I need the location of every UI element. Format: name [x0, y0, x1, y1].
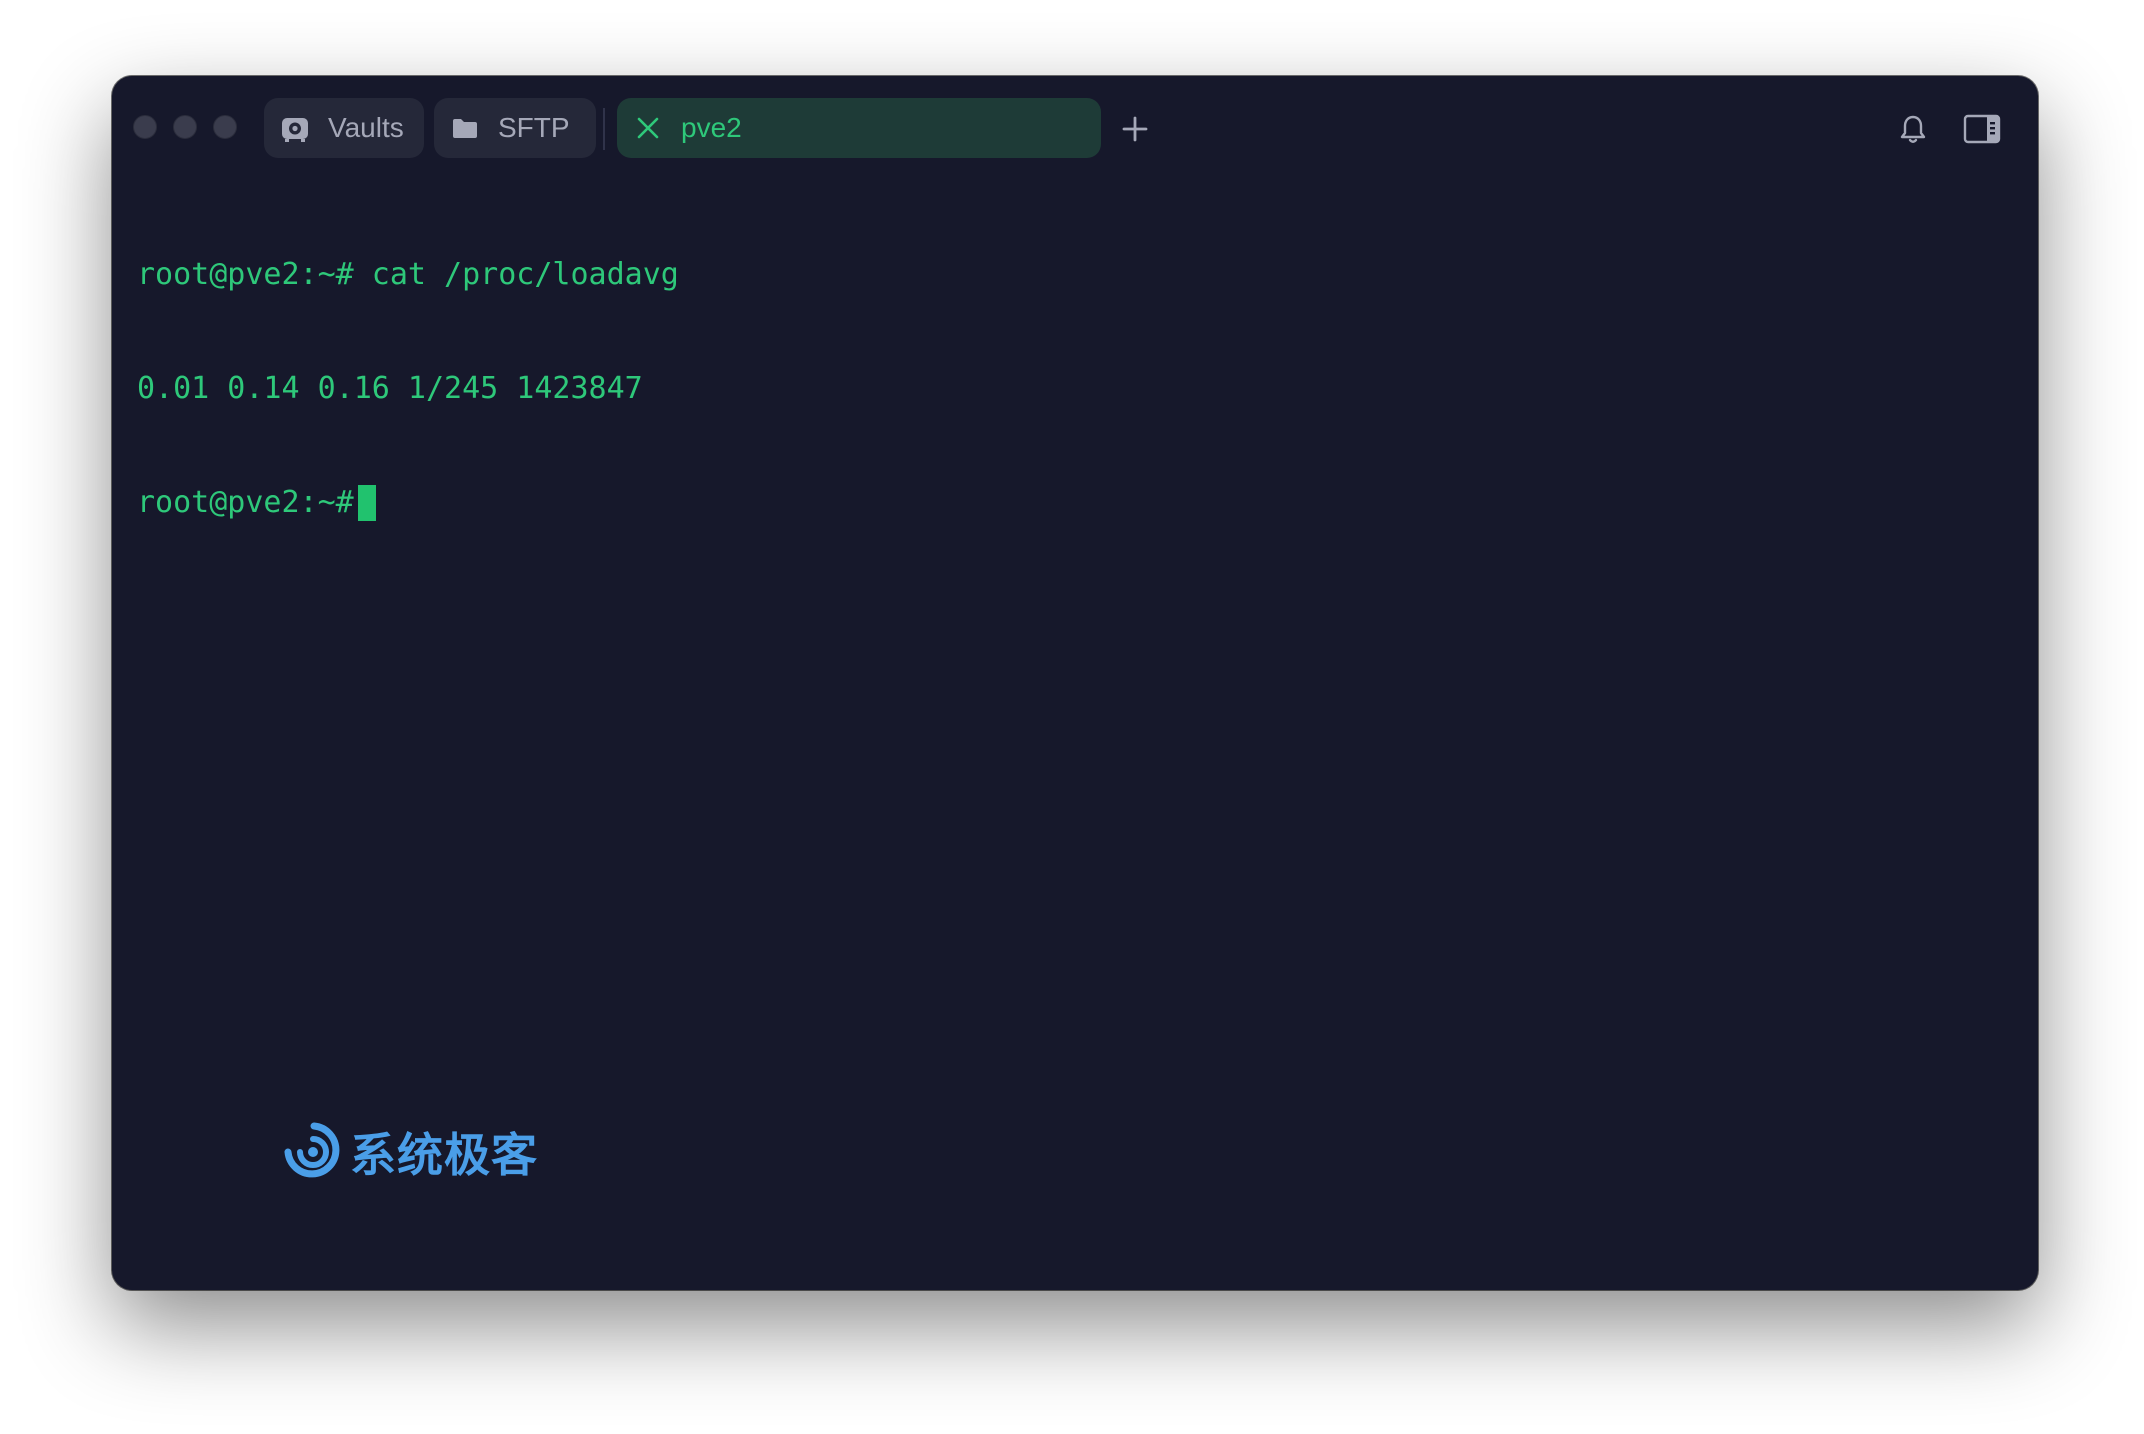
terminal-line-text: 0.01 0.14 0.16 1/245 1423847	[137, 371, 643, 406]
terminal-prompt: root@pve2:~#	[137, 485, 354, 520]
close-window-button[interactable]	[133, 115, 157, 139]
watermark: 系统极客	[280, 1120, 538, 1184]
vault-icon	[280, 113, 310, 143]
tab-label: pve2	[681, 112, 742, 143]
tab-pve2[interactable]: pve2	[617, 98, 1101, 158]
terminal-line: root@pve2:~# cat /proc/loadavg	[137, 256, 2013, 294]
swirl-logo-icon	[280, 1118, 344, 1187]
tab-separator	[603, 108, 605, 150]
tab-sftp[interactable]: SFTP	[434, 98, 596, 158]
terminal-window: Vaults SFTP pve2 root@pve2:~# cat /proc/…	[112, 76, 2038, 1290]
terminal-line-text: root@pve2:~# cat /proc/loadavg	[137, 257, 679, 292]
watermark-text: 系统极客	[350, 1128, 538, 1182]
close-icon[interactable]	[633, 113, 663, 143]
folder-icon	[450, 113, 480, 143]
maximize-window-button[interactable]	[213, 115, 237, 139]
terminal-cursor	[357, 485, 376, 521]
plus-icon[interactable]	[1118, 112, 1152, 146]
tab-label: Vaults	[328, 112, 404, 143]
terminal-line: 0.01 0.14 0.16 1/245 1423847	[137, 370, 2013, 408]
minimize-window-button[interactable]	[173, 115, 197, 139]
sidebar-icon[interactable]	[1962, 110, 2002, 148]
tab-vaults[interactable]: Vaults	[264, 98, 424, 158]
bell-icon[interactable]	[1894, 110, 1932, 148]
tab-label: SFTP	[498, 112, 570, 143]
terminal-output[interactable]: root@pve2:~# cat /proc/loadavg 0.01 0.14…	[137, 180, 2013, 598]
terminal-prompt-line: root@pve2:~#	[137, 484, 2013, 522]
title-bar: Vaults SFTP pve2	[112, 76, 2038, 182]
